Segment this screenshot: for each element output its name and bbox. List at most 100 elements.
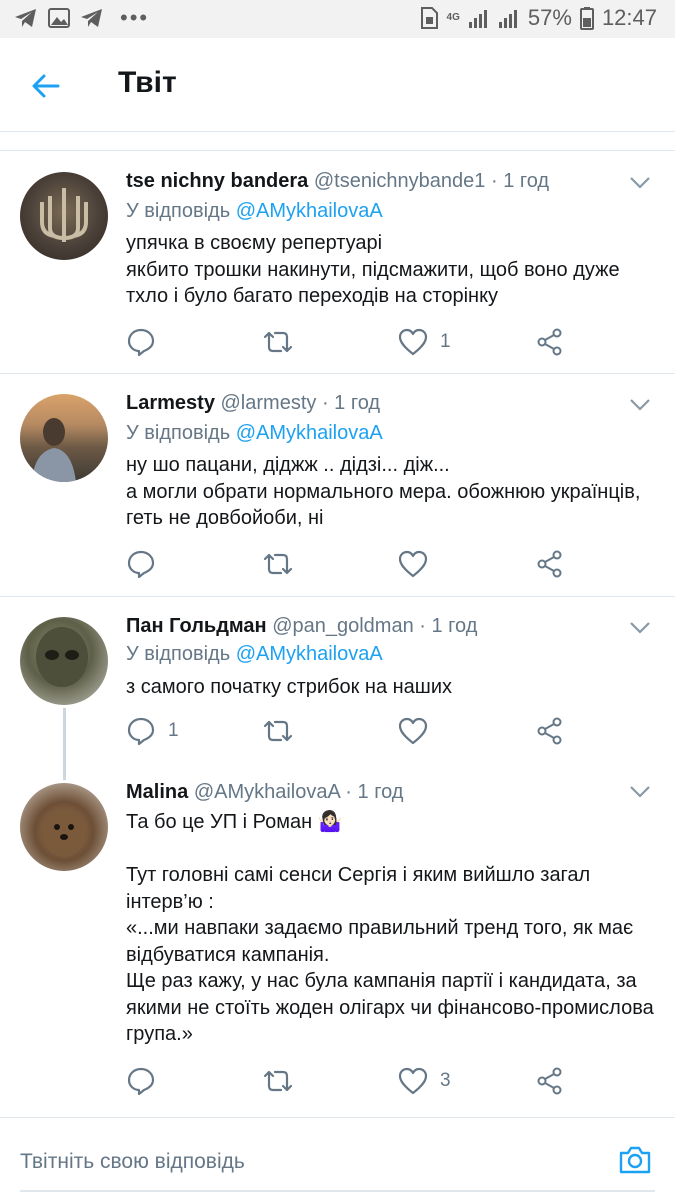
tweet-actions: 1	[126, 715, 646, 747]
back-button[interactable]	[28, 68, 64, 104]
tweet-text: з самого початку стрибок на наших	[126, 676, 453, 698]
tweet-actions	[126, 548, 646, 580]
share-icon	[537, 1067, 562, 1095]
chevron-down-icon[interactable]	[629, 785, 651, 799]
chevron-down-icon[interactable]	[629, 176, 651, 190]
retweet-button[interactable]	[261, 1065, 295, 1097]
tweet-header: tse nichny bandera @tsenichnybande1 · 1 …	[126, 170, 549, 193]
like-count: 3	[440, 1070, 451, 1091]
reply-icon	[127, 550, 155, 579]
back-arrow-icon	[32, 74, 60, 98]
tweet-item[interactable]: Пан Гольдман @pan_goldman · 1 год У відп…	[0, 597, 675, 767]
like-button[interactable]: 1	[398, 326, 451, 358]
separator-dot: ·	[345, 781, 352, 803]
more-notifications-icon: •••	[120, 5, 150, 30]
reply-mention-link[interactable]: @AMykhailovaA	[236, 643, 383, 665]
alien-face-icon	[36, 627, 88, 687]
signal-icon-2	[498, 10, 517, 28]
reply-button[interactable]	[126, 1065, 168, 1097]
tweet-header: Larmesty @larmesty · 1 год	[126, 392, 380, 415]
tweet-time: 1 год	[431, 615, 478, 637]
chevron-down-icon[interactable]	[629, 621, 651, 635]
tweet-text: Та бо це УП і Роман 🤷🏻‍♀️ Тут головні са…	[126, 811, 654, 1045]
reply-context: У відповідь @AMykhailovaA	[126, 643, 383, 666]
reply-mention-link[interactable]: @AMykhailovaA	[236, 200, 383, 222]
reply-button[interactable]	[126, 326, 168, 358]
system-icons: 4G 57% 12:47	[419, 5, 657, 31]
retweet-button[interactable]	[261, 548, 295, 580]
reply-prefix: У відповідь	[126, 200, 231, 222]
avatar[interactable]	[20, 394, 108, 482]
tweet-text: ну шо пацани, діджж .. дідзі... діж... а…	[126, 454, 641, 529]
author-name[interactable]: Larmesty	[126, 392, 215, 414]
composer-underline	[20, 1190, 655, 1192]
retweet-icon	[263, 1070, 293, 1092]
reply-input[interactable]: Твітніть свою відповідь	[20, 1150, 245, 1174]
author-handle[interactable]: @tsenichnybande1	[314, 170, 486, 192]
author-name[interactable]: tse nichny bandera	[126, 170, 308, 192]
tweet-header: Пан Гольдман @pan_goldman · 1 год	[126, 615, 477, 638]
avatar[interactable]	[20, 783, 108, 871]
share-button[interactable]	[536, 715, 564, 747]
like-icon	[398, 328, 428, 356]
like-button[interactable]	[398, 715, 440, 747]
divider	[0, 150, 675, 151]
telegram-icon	[15, 9, 36, 27]
reply-composer[interactable]: Твітніть свою відповідь	[0, 1117, 675, 1200]
author-name[interactable]: Malina	[126, 781, 188, 803]
retweet-button[interactable]	[261, 715, 295, 747]
reply-mention-link[interactable]: @AMykhailovaA	[236, 422, 383, 444]
gallery-icon	[48, 8, 70, 28]
reply-icon	[127, 1067, 155, 1096]
share-icon	[537, 550, 562, 578]
like-icon	[398, 717, 428, 745]
page-title: Твіт	[118, 66, 177, 99]
author-handle[interactable]: @larmesty	[221, 392, 317, 414]
author-handle[interactable]: @AMykhailovaA	[194, 781, 340, 803]
tweet-item[interactable]: Larmesty @larmesty · 1 год У відповідь @…	[0, 374, 675, 596]
reply-context: У відповідь @AMykhailovaA	[126, 422, 383, 445]
tweet-header: Malina @AMykhailovaA · 1 год	[126, 781, 403, 804]
reply-button[interactable]: 1	[126, 715, 179, 747]
trident-emblem-icon	[40, 188, 88, 242]
share-button[interactable]	[536, 548, 564, 580]
tweet-time: 1 год	[334, 392, 381, 414]
like-icon	[398, 1067, 428, 1095]
reply-button[interactable]	[126, 548, 168, 580]
signal-icon	[468, 10, 487, 28]
like-button[interactable]	[398, 548, 440, 580]
tweet-time: 1 год	[503, 170, 550, 192]
tweet-item[interactable]: Malina @AMykhailovaA · 1 год Та бо це УП…	[0, 765, 675, 1110]
chevron-down-icon[interactable]	[629, 398, 651, 412]
like-button[interactable]: 3	[398, 1065, 451, 1097]
sim-icon	[420, 7, 438, 29]
retweet-icon	[263, 720, 293, 742]
camera-icon	[619, 1146, 651, 1174]
tweet-item[interactable]: tse nichny bandera @tsenichnybande1 · 1 …	[0, 152, 675, 372]
avatar[interactable]	[20, 617, 108, 705]
network-type: 4G	[446, 12, 460, 23]
separator-dot: ·	[419, 615, 426, 637]
share-button[interactable]	[536, 1065, 564, 1097]
like-icon	[398, 550, 428, 578]
tweet-actions: 1	[126, 326, 646, 358]
retweet-button[interactable]	[261, 326, 295, 358]
person-silhouette-icon	[32, 418, 76, 482]
share-button[interactable]	[536, 326, 564, 358]
retweet-icon	[263, 331, 293, 353]
avatar[interactable]	[20, 172, 108, 260]
like-count: 1	[440, 331, 451, 352]
author-handle[interactable]: @pan_goldman	[272, 615, 414, 637]
clock: 12:47	[601, 5, 657, 30]
battery-percent: 57%	[527, 5, 572, 30]
reply-icon	[127, 328, 155, 357]
app-header: Твіт	[0, 38, 675, 132]
reply-count: 1	[168, 720, 179, 741]
retweet-icon	[263, 553, 293, 575]
camera-button[interactable]	[617, 1142, 653, 1178]
dog-photo-icon	[42, 809, 86, 857]
share-icon	[537, 717, 562, 745]
tweet-text: упячка в своєму репертуарі якбито трошки…	[126, 232, 620, 307]
reply-context: У відповідь @AMykhailovaA	[126, 200, 383, 223]
author-name[interactable]: Пан Гольдман	[126, 615, 267, 637]
